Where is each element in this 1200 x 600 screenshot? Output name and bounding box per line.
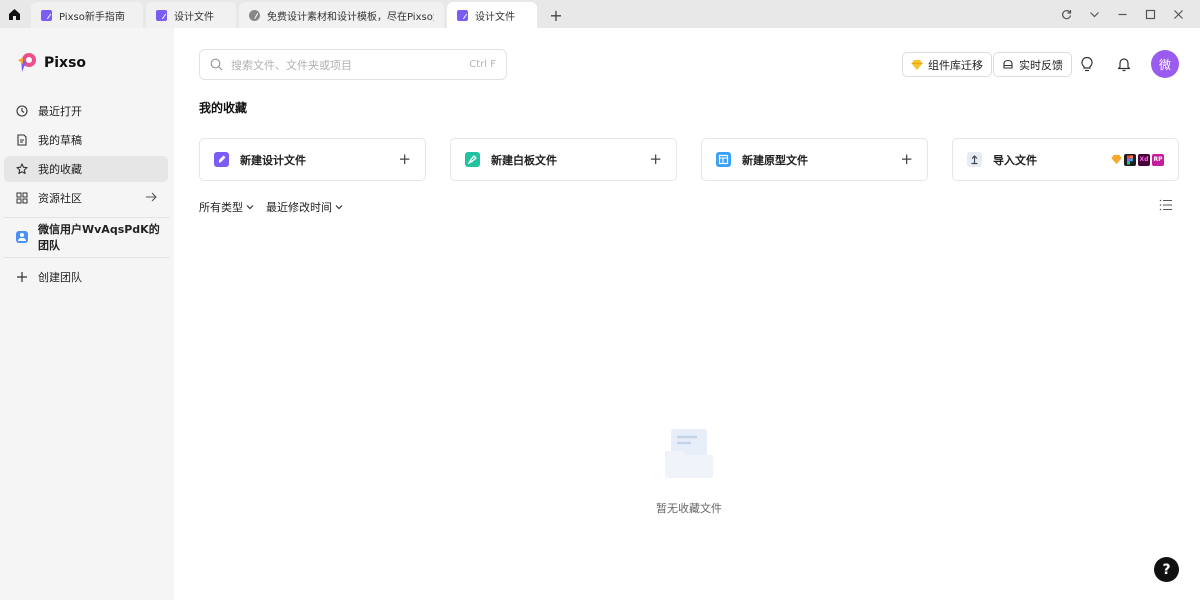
- search-input[interactable]: 搜索文件、文件夹或项目 Ctrl F: [199, 49, 507, 80]
- tab-label: 免费设计素材和设计模板，尽在Pixso资源社区: [267, 11, 434, 23]
- bell-icon: [1117, 58, 1131, 72]
- home-tab[interactable]: [0, 0, 28, 28]
- new-design-file-card[interactable]: 新建设计文件 +: [199, 138, 426, 181]
- dropdown-button[interactable]: [1080, 0, 1108, 28]
- plus-icon: +: [398, 150, 411, 168]
- diamond-icon: [911, 59, 923, 71]
- plus-icon: [16, 271, 28, 283]
- new-prototype-file-card[interactable]: 新建原型文件 +: [701, 138, 928, 181]
- whiteboard-icon: [465, 152, 480, 167]
- chevron-down-icon: [1089, 11, 1099, 17]
- maximize-button[interactable]: [1136, 0, 1164, 28]
- pixso-logo-icon: [16, 52, 38, 74]
- type-filter-label: 所有类型: [199, 201, 243, 214]
- window-controls: [1052, 0, 1192, 28]
- type-filter-dropdown[interactable]: 所有类型: [199, 199, 254, 215]
- component-migrate-button[interactable]: 组件库迁移: [902, 52, 992, 77]
- list-view-toggle[interactable]: [1159, 198, 1173, 215]
- sidebar-item-team[interactable]: 微信用户WvAqsPdK的团队: [4, 223, 168, 252]
- globe-icon: [249, 9, 260, 21]
- close-button[interactable]: [1164, 0, 1192, 28]
- card-label: 导入文件: [993, 153, 1037, 167]
- browser-tab-bar: Pixso新手指南 设计文件 免费设计素材和设计模板，尽在Pixso资源社区 设…: [0, 0, 1200, 28]
- sidebar-item-recent[interactable]: 最近打开: [4, 98, 168, 124]
- import-file-card[interactable]: 导入文件 Xd RP: [952, 138, 1179, 181]
- avatar[interactable]: 微: [1151, 50, 1179, 78]
- search-shortcut: Ctrl F: [469, 59, 496, 70]
- card-label: 新建设计文件: [240, 153, 306, 167]
- empty-state-text: 暂无收藏文件: [656, 502, 722, 515]
- axure-icon: RP: [1152, 153, 1164, 166]
- close-icon: [1173, 9, 1183, 19]
- card-label: 新建白板文件: [491, 153, 557, 167]
- import-format-logos: Xd RP: [1110, 153, 1164, 166]
- arrow-right-icon: [144, 190, 158, 207]
- search-placeholder: 搜索文件、文件夹或项目: [231, 58, 352, 72]
- figma-icon: [1124, 153, 1136, 166]
- notifications-button[interactable]: [1114, 54, 1134, 74]
- team-icon: [16, 231, 28, 243]
- logo[interactable]: Pixso: [16, 52, 86, 74]
- chevron-down-icon: [246, 201, 254, 214]
- plus-icon: +: [649, 150, 662, 168]
- upload-icon: [967, 152, 982, 167]
- grid-icon: [16, 192, 28, 204]
- sidebar-item-label: 我的收藏: [38, 163, 82, 176]
- feedback-button[interactable]: 实时反馈: [993, 52, 1072, 77]
- refresh-button[interactable]: [1052, 0, 1080, 28]
- plus-icon: +: [900, 150, 913, 168]
- tab-label: 设计文件: [475, 11, 515, 23]
- prototype-icon: [716, 152, 731, 167]
- brand-name: Pixso: [44, 55, 87, 71]
- feedback-icon: [1002, 59, 1014, 71]
- tab-label: 设计文件: [174, 11, 214, 23]
- new-whiteboard-file-card[interactable]: 新建白板文件 +: [450, 138, 677, 181]
- tab-pixso-guide[interactable]: Pixso新手指南: [31, 2, 143, 28]
- refresh-icon: [1061, 9, 1071, 19]
- chevron-down-icon: [335, 201, 343, 214]
- minimize-icon: [1118, 13, 1126, 15]
- lightbulb-icon: [1081, 56, 1093, 72]
- sidebar: Pixso 最近打开 我的草稿 我的收藏 资源社区 微信用户WvAqsPdK的团…: [0, 28, 174, 600]
- xd-icon: Xd: [1138, 153, 1150, 166]
- sidebar-item-label: 微信用户WvAqsPdK的团队: [38, 223, 160, 252]
- draft-icon: [16, 134, 28, 146]
- component-migrate-label: 组件库迁移: [928, 58, 983, 72]
- tab-design-file-1[interactable]: 设计文件: [146, 2, 236, 28]
- list-view-icon: [1159, 199, 1172, 211]
- feedback-label: 实时反馈: [1019, 58, 1063, 72]
- new-tab-button[interactable]: +: [541, 2, 571, 28]
- sidebar-item-favorites[interactable]: 我的收藏: [4, 156, 168, 182]
- empty-folder-icon: [661, 425, 717, 481]
- minimize-button[interactable]: [1108, 0, 1136, 28]
- design-file-icon: [214, 152, 229, 167]
- sort-label: 最近修改时间: [266, 201, 332, 214]
- tab-resource-community[interactable]: 免费设计素材和设计模板，尽在Pixso资源社区: [239, 2, 444, 28]
- maximize-icon: [1145, 9, 1155, 19]
- sidebar-divider: [4, 257, 170, 258]
- page-title: 我的收藏: [199, 101, 248, 115]
- sort-dropdown[interactable]: 最近修改时间: [266, 199, 343, 215]
- pen-icon: [41, 9, 52, 21]
- clock-icon: [16, 105, 28, 117]
- sidebar-divider: [4, 217, 170, 218]
- sidebar-item-label: 资源社区: [38, 192, 82, 205]
- pen-icon: [457, 9, 468, 21]
- star-icon: [16, 163, 28, 175]
- tab-design-file-2[interactable]: 设计文件: [447, 2, 537, 28]
- sidebar-item-label: 我的草稿: [38, 134, 82, 147]
- sidebar-item-label: 创建团队: [38, 271, 82, 284]
- sketch-icon: [1110, 154, 1122, 166]
- create-team-button[interactable]: 创建团队: [4, 264, 168, 290]
- sidebar-item-drafts[interactable]: 我的草稿: [4, 127, 168, 153]
- pen-icon: [156, 9, 167, 21]
- help-button[interactable]: ?: [1154, 557, 1179, 582]
- search-icon: [210, 58, 223, 71]
- tab-label: Pixso新手指南: [59, 11, 125, 23]
- sidebar-item-community[interactable]: 资源社区: [4, 185, 168, 211]
- card-label: 新建原型文件: [742, 153, 808, 167]
- tips-button[interactable]: [1077, 54, 1097, 74]
- home-icon: [8, 8, 20, 20]
- sidebar-item-label: 最近打开: [38, 105, 82, 118]
